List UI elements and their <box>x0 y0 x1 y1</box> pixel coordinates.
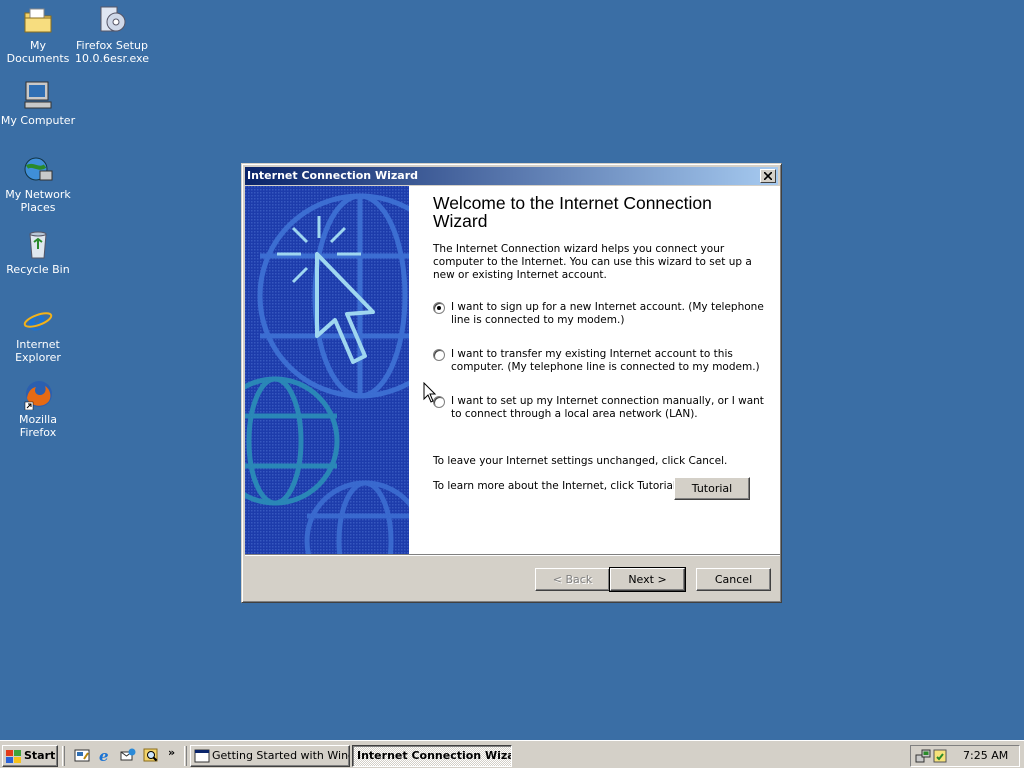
option-label: I want to transfer my existing Internet … <box>451 348 760 373</box>
desktop-icon-label: My Computer <box>0 114 76 127</box>
desktop-icon-label: Recycle Bin <box>6 263 70 276</box>
title-bar[interactable]: Internet Connection Wizard <box>245 167 778 185</box>
network-places-icon <box>22 153 54 185</box>
system-tray: 7:25 AM <box>910 745 1020 767</box>
connection-status-icon[interactable] <box>932 748 948 764</box>
option-label: I want to sign up for a new Internet acc… <box>451 301 764 326</box>
toolbar-grip[interactable] <box>62 746 65 766</box>
window-title: Internet Connection Wizard <box>247 169 418 182</box>
desktop-icon-recycle-bin[interactable]: Recycle Bin <box>0 228 76 276</box>
next-button[interactable]: Next > <box>609 567 686 592</box>
option-sign-up-new-account[interactable]: I want to sign up for a new Internet acc… <box>433 301 773 327</box>
desktop-icon-my-documents[interactable]: My Documents <box>0 4 76 65</box>
desktop-icon-label: Internet Explorer <box>15 338 61 364</box>
wizard-heading: Welcome to the Internet Connection Wizar… <box>433 193 712 231</box>
desktop-icon-my-computer[interactable]: My Computer <box>0 79 76 127</box>
desktop-icon-my-network-places[interactable]: My Network Places <box>0 153 76 214</box>
back-button[interactable]: < Back <box>535 568 610 591</box>
svg-text:e: e <box>99 747 109 763</box>
button-separator <box>245 554 780 556</box>
windows-logo-icon <box>6 750 21 763</box>
start-label: Start <box>24 749 56 762</box>
toolbar-grip[interactable] <box>184 746 187 766</box>
task-label: Getting Started with Wind... <box>212 749 349 762</box>
search-icon[interactable] <box>143 747 159 763</box>
mouse-pointer-icon <box>423 382 437 403</box>
installer-icon <box>96 4 128 36</box>
outlook-express-icon[interactable] <box>120 747 136 763</box>
internet-connection-wizard-window: Internet Connection Wizard Welcome to th… <box>241 163 782 603</box>
taskbar-button-getting-started[interactable]: Getting Started with Wind... <box>190 745 350 767</box>
taskbar-button-internet-connection-wizard[interactable]: Internet Connection Wiza... <box>352 745 512 767</box>
desktop-icon-mozilla-firefox[interactable]: Mozilla Firefox <box>0 378 76 439</box>
taskbar: Start e » Getting Started with Wind... I… <box>0 740 1024 768</box>
show-desktop-icon[interactable] <box>74 747 90 763</box>
clock[interactable]: 7:25 AM <box>963 746 1008 766</box>
desktop-icon-label: Firefox Setup 10.0.6esr.exe <box>74 39 149 65</box>
firefox-icon <box>22 378 54 411</box>
radio-button-selected[interactable] <box>433 302 445 314</box>
desktop-icon-label: My Documents <box>6 39 70 65</box>
recycle-bin-icon <box>22 228 54 260</box>
internet-explorer-icon[interactable]: e <box>97 747 113 763</box>
radio-button[interactable] <box>433 349 445 361</box>
cancel-button[interactable]: Cancel <box>696 568 771 591</box>
close-icon <box>764 172 772 180</box>
tutorial-instruction-text: To learn more about the Internet, click … <box>433 480 680 492</box>
desktop-icon-internet-explorer[interactable]: e Internet Explorer <box>0 303 76 364</box>
cancel-instruction-text: To leave your Internet settings unchange… <box>433 455 728 467</box>
quick-launch-overflow-chevron[interactable]: » <box>168 746 175 759</box>
network-connection-icon[interactable] <box>915 748 931 764</box>
wizard-banner-graphic <box>245 186 409 554</box>
desktop-icon-label: Mozilla Firefox <box>19 413 57 439</box>
option-setup-manually[interactable]: I want to set up my Internet connection … <box>433 395 773 421</box>
folder-documents-icon <box>22 4 54 36</box>
computer-icon <box>22 79 54 111</box>
wizard-intro-text: The Internet Connection wizard helps you… <box>433 243 752 281</box>
task-label: Internet Connection Wiza... <box>357 749 512 762</box>
tutorial-button[interactable]: Tutorial <box>674 477 750 500</box>
window-icon <box>194 749 210 763</box>
desktop-icon-firefox-setup[interactable]: Firefox Setup 10.0.6esr.exe <box>74 4 150 65</box>
option-transfer-existing-account[interactable]: I want to transfer my existing Internet … <box>433 348 773 374</box>
desktop-icon-label: My Network Places <box>5 188 71 214</box>
wizard-content-panel: Welcome to the Internet Connection Wizar… <box>409 186 780 554</box>
option-label: I want to set up my Internet connection … <box>451 395 764 420</box>
start-button[interactable]: Start <box>2 745 58 767</box>
close-button[interactable] <box>760 169 776 183</box>
svg-text:e: e <box>28 304 46 335</box>
internet-explorer-icon: e <box>22 303 54 337</box>
